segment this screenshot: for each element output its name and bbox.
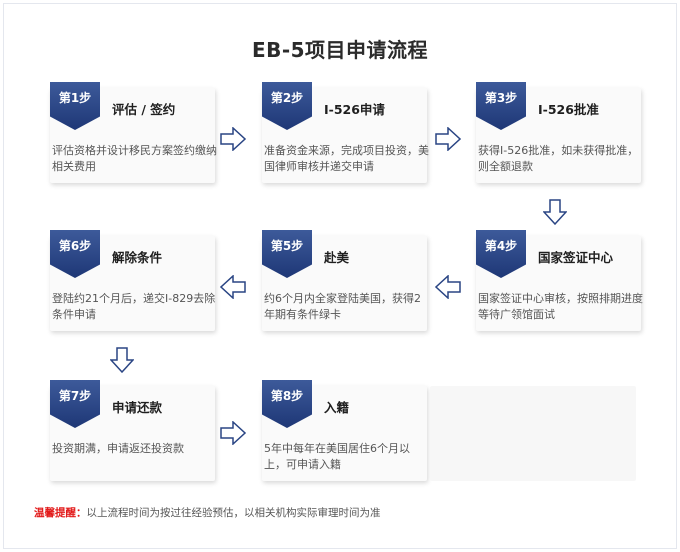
step-card-8: 第8步 入籍 5年中每年在美国居住6个月以上，可申请入籍	[262, 380, 427, 481]
step-title: I-526申请	[324, 102, 385, 117]
step-badge: 第4步	[476, 230, 526, 278]
arrow-left-icon	[220, 275, 246, 299]
step-title: I-526批准	[538, 102, 599, 117]
step-card-6: 第6步 解除条件 登陆约21个月后，递交I-829去除条件申请	[50, 230, 215, 331]
step-title: 解除条件	[112, 250, 163, 265]
arrow-down-icon	[110, 347, 134, 373]
step-badge: 第8步	[262, 380, 312, 428]
note: 温馨提醒：以上流程时间为按过往经验预估，以相关机构实际审理时间为准	[34, 505, 381, 520]
step-desc: 5年中每年在美国居住6个月以上，可申请入籍	[264, 442, 410, 471]
arrow-down-icon	[543, 199, 567, 225]
step-badge: 第6步	[50, 230, 100, 278]
step-desc: 获得I-526批准，如未获得批准，则全额退款	[478, 144, 639, 173]
note-label: 温馨提醒：	[34, 507, 87, 519]
step-card-3: 第3步 I-526批准 获得I-526批准，如未获得批准，则全额退款	[476, 82, 641, 183]
step-badge: 第2步	[262, 82, 312, 130]
step-title: 赴美	[324, 250, 350, 265]
arrow-left-icon	[435, 275, 461, 299]
step-card-5: 第5步 赴美 约6个月内全家登陆美国，获得2年期有条件绿卡	[262, 230, 427, 331]
note-text: 以上流程时间为按过往经验预估，以相关机构实际审理时间为准	[86, 507, 381, 519]
arrow-right-icon	[220, 421, 246, 445]
empty-panel	[430, 386, 636, 481]
step-desc: 约6个月内全家登陆美国，获得2年期有条件绿卡	[264, 292, 421, 321]
step-desc: 国家签证中心审核，按照排期进度等待广领馆面试	[478, 292, 643, 321]
step-card-7: 第7步 申请还款 投资期满，申请返还投资款	[50, 380, 215, 481]
step-title: 申请还款	[112, 400, 163, 415]
step-desc: 评估资格并设计移民方案签约缴纳相关费用	[52, 144, 217, 173]
step-badge: 第3步	[476, 82, 526, 130]
step-card-4: 第4步 国家签证中心 国家签证中心审核，按照排期进度等待广领馆面试	[476, 230, 643, 331]
step-desc: 投资期满，申请返还投资款	[52, 442, 184, 455]
step-desc: 登陆约21个月后，递交I-829去除条件申请	[52, 292, 216, 321]
step-card-1: 第1步 评估 / 签约 评估资格并设计移民方案签约缴纳相关费用	[50, 82, 217, 183]
arrow-right-icon	[435, 127, 461, 151]
step-title: 入籍	[324, 400, 350, 415]
step-title: 评估 / 签约	[112, 102, 176, 117]
step-badge: 第5步	[262, 230, 312, 278]
step-desc: 准备资金来源，完成项目投资，美国律师审核并递交申请	[264, 144, 429, 173]
step-badge: 第1步	[50, 82, 100, 130]
step-title: 国家签证中心	[538, 250, 614, 265]
arrow-right-icon	[220, 127, 246, 151]
step-card-2: 第2步 I-526申请 准备资金来源，完成项目投资，美国律师审核并递交申请	[262, 82, 429, 183]
page-title: EB-5项目申请流程	[251, 38, 429, 62]
step-badge: 第7步	[50, 380, 100, 428]
